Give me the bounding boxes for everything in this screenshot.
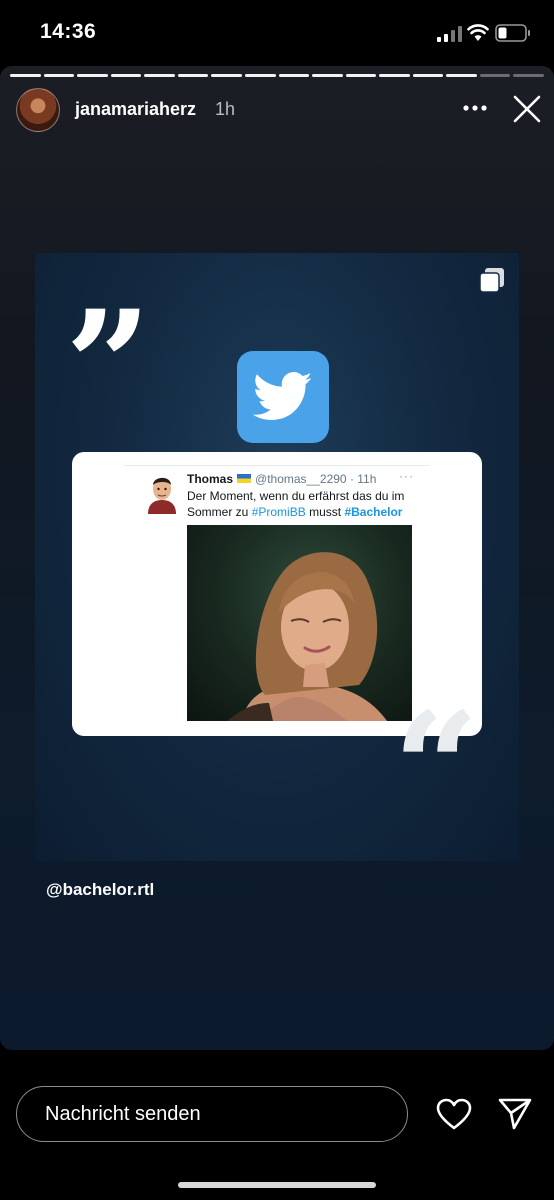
multiple-images-icon	[479, 268, 504, 293]
story-username[interactable]: janamariaherz	[75, 99, 196, 120]
tweet-text-prefix: Sommer zu	[187, 505, 249, 519]
ukraine-flag-icon	[237, 474, 252, 483]
progress-segment	[446, 74, 477, 77]
reply-bar: Nachricht senden	[0, 1050, 554, 1200]
tweet-avatar	[148, 477, 176, 514]
message-placeholder: Nachricht senden	[45, 1103, 201, 1125]
progress-segment	[211, 74, 242, 77]
progress-segment	[10, 74, 41, 77]
tweet-header: Thomas @thomas__2290 · 11h	[187, 472, 376, 486]
twitter-bird-icon	[253, 372, 312, 420]
progress-segment	[177, 74, 209, 77]
tweet-text: Der Moment, wenn du erfährst das du im S…	[187, 488, 427, 520]
divider	[124, 465, 429, 466]
progress-segment	[110, 74, 142, 77]
progress-segment	[43, 74, 75, 77]
quote-open-mark: ”	[65, 291, 152, 411]
message-input[interactable]: Nachricht senden	[16, 1086, 408, 1142]
battery-icon	[495, 24, 530, 42]
progress-segment	[144, 74, 175, 77]
home-indicator	[178, 1182, 376, 1188]
heart-icon[interactable]	[436, 1098, 472, 1130]
wifi-icon	[467, 24, 489, 41]
cellular-signal-icon	[437, 26, 462, 42]
tweet-time: · 11h	[349, 472, 377, 486]
send-icon[interactable]	[497, 1096, 533, 1130]
status-time: 14:36	[40, 20, 97, 43]
quote-close-mark: “	[393, 693, 480, 813]
tweet-text-line1: Der Moment, wenn du erfährst das du im	[187, 489, 405, 503]
progress-segment	[312, 74, 343, 77]
tweet-hashtag-promibb: #PromiBB	[251, 505, 306, 519]
progress-segment	[77, 74, 108, 77]
status-bar: 14:36	[0, 0, 554, 66]
mention-sticker[interactable]: @bachelor.rtl	[46, 880, 154, 900]
progress-segment	[278, 74, 310, 77]
shared-post[interactable]: ” Thomas @thomas__2290 · 11h ··· Der Mome…	[35, 253, 519, 861]
tweet-photo	[227, 552, 387, 721]
story-timestamp: 1h	[215, 99, 236, 119]
story-viewer[interactable]: janamariaherz 1h ” Thomas @thomas__2290 …	[0, 66, 554, 1050]
tweet-author-name: Thomas	[187, 472, 234, 486]
tweet-more-icon: ···	[399, 469, 414, 483]
tweet-text-middle: musst	[309, 505, 342, 519]
tweet-author-handle: @thomas__2290	[255, 472, 347, 486]
progress-segment	[479, 74, 511, 77]
tweet-image	[187, 525, 412, 721]
progress-segment	[513, 74, 544, 77]
progress-segment	[244, 74, 276, 77]
tweet-hashtag-bachelor: #Bachelor	[344, 505, 403, 519]
twitter-logo	[237, 351, 329, 443]
progress-segment	[412, 74, 444, 77]
progress-segment	[379, 74, 410, 77]
close-icon[interactable]	[510, 92, 544, 126]
more-horizontal-icon[interactable]	[460, 96, 490, 120]
story-progress-bar	[10, 74, 544, 77]
progress-segment	[345, 74, 377, 77]
avatar[interactable]	[16, 88, 60, 132]
